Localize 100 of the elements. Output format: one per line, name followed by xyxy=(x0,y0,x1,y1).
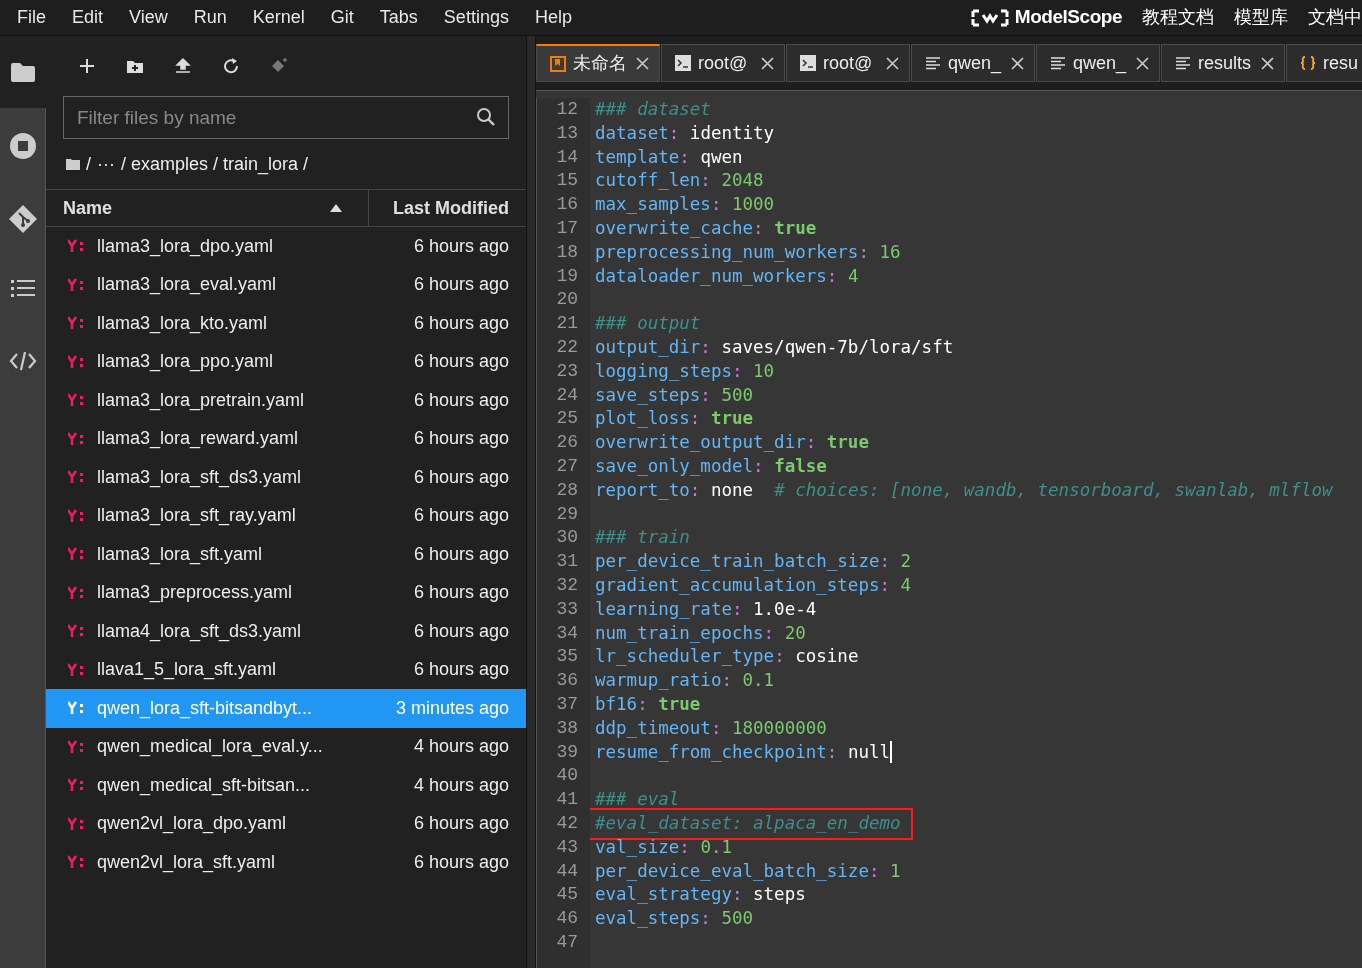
editor-tab[interactable]: results xyxy=(1161,44,1285,82)
yaml-icon xyxy=(68,277,86,292)
code-token: 1 xyxy=(889,859,901,883)
close-icon[interactable] xyxy=(1136,56,1149,70)
file-name: llama3_lora_ppo.yaml xyxy=(97,350,275,374)
editor-tab[interactable]: resu xyxy=(1286,44,1362,82)
line-number: 30 xyxy=(556,526,578,550)
code-token: : xyxy=(731,359,743,383)
file-row[interactable]: llama3_lora_ppo.yaml 6 hours ago xyxy=(46,342,526,381)
sort-up-icon[interactable] xyxy=(330,204,342,212)
code-token: dataset xyxy=(595,121,669,145)
yaml-icon xyxy=(68,778,86,793)
file-row[interactable]: llama3_lora_sft.yaml 6 hours ago xyxy=(46,535,526,574)
file-name: qwen_medical_sft-bitsan... xyxy=(97,773,312,798)
stop-icon[interactable] xyxy=(8,132,37,160)
line-number: 33 xyxy=(556,597,578,621)
menu-item[interactable]: File xyxy=(4,4,59,31)
menu-item[interactable]: Settings xyxy=(430,4,522,31)
modified-time: 4 hours ago xyxy=(413,735,509,759)
code-token: 1.0e-4 xyxy=(752,597,817,621)
file-row[interactable]: llama3_lora_reward.yaml 6 hours ago xyxy=(46,419,526,458)
git-icon[interactable] xyxy=(7,204,38,234)
list-icon[interactable] xyxy=(10,278,35,298)
code-token: dataloader_num_workers xyxy=(595,264,827,288)
code-token: #eval_dataset: alpaca_en_demo xyxy=(595,811,901,835)
code-token: gradient_accumulation_steps xyxy=(595,573,880,597)
file-row[interactable]: qwen2vl_lora_sft.yaml 6 hours ago xyxy=(46,843,526,882)
file-row[interactable]: llama3_lora_dpo.yaml 6 hours ago xyxy=(46,227,526,266)
nav-link[interactable]: 教程文档 xyxy=(1142,4,1214,31)
code-token: 0.1 xyxy=(741,669,775,693)
modified-time: 6 hours ago xyxy=(413,273,509,297)
editor-tab[interactable]: root@ xyxy=(786,44,910,82)
editor-tab[interactable]: 未命名 xyxy=(536,44,660,82)
code-token: per_device_train_batch_size xyxy=(595,550,880,574)
code-token: steps xyxy=(752,883,806,907)
line-number: 19 xyxy=(556,264,578,288)
line-number: 31 xyxy=(556,550,578,574)
close-icon[interactable] xyxy=(1261,56,1274,70)
modified-time: 6 hours ago xyxy=(413,812,509,836)
file-row[interactable]: llama3_preprocess.yaml 6 hours ago xyxy=(46,573,526,612)
code-token: : xyxy=(868,859,880,883)
menu-item[interactable]: View xyxy=(116,4,181,31)
column-header[interactable]: Last Modified xyxy=(393,194,509,222)
brand-name[interactable]: ModelScope xyxy=(1014,3,1122,32)
menu-item[interactable]: Git xyxy=(317,4,367,31)
editor-tab[interactable]: qwen_ xyxy=(1036,44,1160,82)
code-token: : xyxy=(700,169,711,193)
column-header[interactable]: Name xyxy=(63,194,113,222)
code-token: overwrite_output_dir xyxy=(595,431,806,455)
code-token: : xyxy=(731,883,743,907)
code-token: 180000000 xyxy=(731,716,827,740)
menu-item[interactable]: Edit xyxy=(59,4,117,31)
file-row[interactable]: llava1_5_lora_sft.yaml 6 hours ago xyxy=(46,650,526,689)
breadcrumb[interactable]: / examples / train_lora / xyxy=(121,150,309,178)
nav-link[interactable]: 模型库 xyxy=(1234,4,1288,31)
file-row[interactable]: llama3_lora_sft_ds3.yaml 6 hours ago xyxy=(46,458,526,497)
git-plus-icon[interactable] xyxy=(270,57,288,75)
file-row[interactable]: llama3_lora_eval.yaml 6 hours ago xyxy=(46,265,526,304)
tab-label: results xyxy=(1198,51,1251,75)
code-token: : xyxy=(700,335,711,359)
refresh-icon[interactable] xyxy=(222,57,240,75)
nav-link[interactable]: 文档中 xyxy=(1308,4,1362,31)
file-row[interactable]: qwen_medical_sft-bitsan... 4 hours ago xyxy=(46,766,526,805)
line-number: 23 xyxy=(556,359,578,383)
file-name: llama3_lora_sft_ds3.yaml xyxy=(97,465,303,490)
close-icon[interactable] xyxy=(1011,56,1024,70)
code-token: resume_from_checkpoint xyxy=(595,740,827,764)
close-icon[interactable] xyxy=(761,56,774,70)
code-token: : xyxy=(763,621,775,645)
close-icon[interactable] xyxy=(886,56,899,70)
menu-item[interactable]: Help xyxy=(521,4,585,31)
code-token: none xyxy=(709,478,755,502)
plus-icon[interactable] xyxy=(78,57,96,75)
file-row[interactable]: qwen_medical_lora_eval.y... 4 hours ago xyxy=(46,727,526,766)
breadcrumb[interactable]: / xyxy=(86,150,91,178)
file-row[interactable]: qwen2vl_lora_dpo.yaml 6 hours ago xyxy=(46,804,526,843)
code-token: ### output xyxy=(595,312,701,336)
filter-field[interactable]: Filter files by name xyxy=(63,96,509,139)
folder-icon[interactable] xyxy=(9,61,36,83)
menu-item[interactable]: Tabs xyxy=(366,4,431,31)
editor-tab[interactable]: root@ xyxy=(661,44,785,82)
code-token: save_steps xyxy=(595,383,701,407)
close-icon[interactable] xyxy=(636,57,649,70)
file-row[interactable]: llama4_lora_sft_ds3.yaml 6 hours ago xyxy=(46,612,526,651)
code-token: ### eval xyxy=(595,788,680,812)
breadcrumb[interactable]: ··· xyxy=(97,150,115,178)
file-row[interactable]: llama3_lora_pretrain.yaml 6 hours ago xyxy=(46,381,526,420)
code-token: 16 xyxy=(878,240,901,264)
file-row[interactable]: llama3_lora_sft_ray.yaml 6 hours ago xyxy=(46,496,526,535)
editor-tab[interactable]: qwen_ xyxy=(911,44,1035,82)
modified-time: 6 hours ago xyxy=(413,311,509,335)
file-row[interactable]: llama3_lora_kto.yaml 6 hours ago xyxy=(46,304,526,343)
code-token: plot_loss xyxy=(595,407,690,431)
code-icon[interactable] xyxy=(8,350,37,372)
menu-item[interactable]: Run xyxy=(180,4,240,31)
menu-item[interactable]: Kernel xyxy=(239,4,318,31)
code-token: : xyxy=(826,264,838,288)
folder-icon[interactable] xyxy=(66,158,80,170)
file-name: qwen_medical_lora_eval.y... xyxy=(97,735,324,759)
upload-icon[interactable] xyxy=(174,57,192,75)
